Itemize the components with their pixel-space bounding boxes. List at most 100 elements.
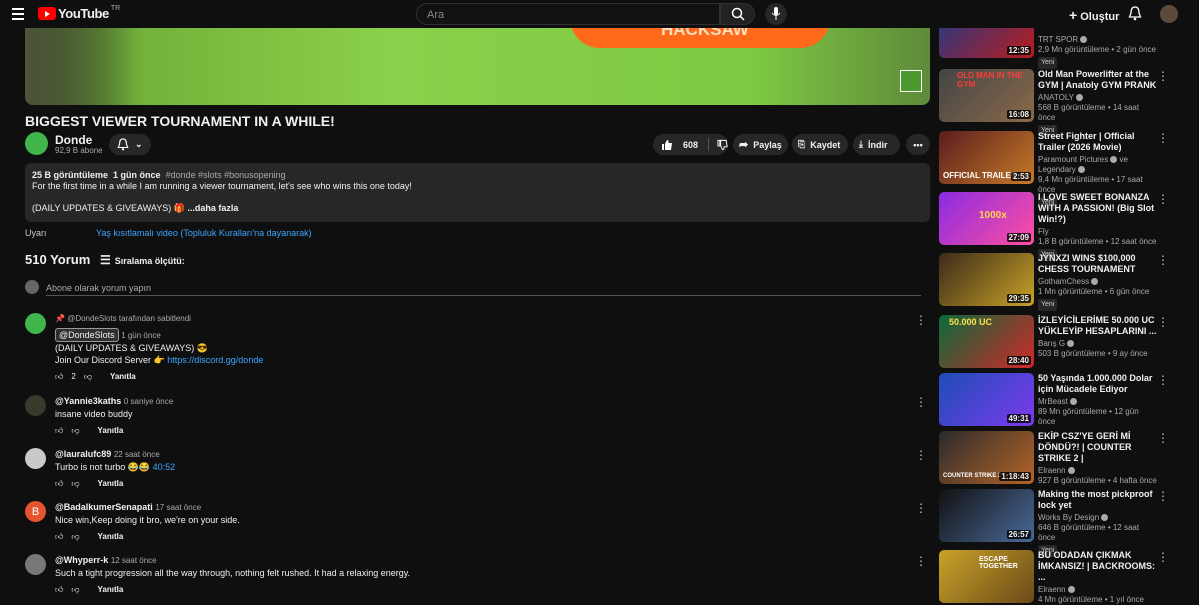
like-comment-icon[interactable]: 👍︎	[55, 478, 63, 490]
sort-button[interactable]: ☰ Sıralama ölçütü:	[100, 253, 185, 267]
add-comment-input[interactable]: Abone olarak yorum yapın	[46, 283, 151, 293]
rec-menu-icon[interactable]: ⋮	[1157, 489, 1169, 503]
comment-time[interactable]: 17 saat önce	[155, 503, 201, 512]
rec-menu-icon[interactable]: ⋮	[1157, 315, 1169, 329]
video-thumbnail[interactable]: OLD MAN IN THE GYM 16:08	[939, 69, 1034, 122]
reply-button[interactable]: Yanıtla	[98, 478, 124, 490]
account-avatar[interactable]	[1160, 5, 1178, 23]
rec-title[interactable]: 50 Yaşında 1.000.000 Dolar için Mücadele…	[1038, 373, 1158, 395]
dislike-comment-icon[interactable]: 👎︎	[71, 531, 79, 543]
dislike-comment-icon[interactable]: 👎︎	[84, 371, 92, 383]
like-button[interactable]: 608	[661, 139, 698, 151]
description-box[interactable]: 25 B görüntüleme 1 gün önce #donde #slot…	[25, 163, 930, 222]
like-comment-icon[interactable]: 👍︎	[55, 531, 63, 543]
channel-name[interactable]: Donde	[55, 133, 92, 147]
rec-menu-icon[interactable]: ⋮	[1157, 373, 1169, 387]
subscribed-bell-button[interactable]: ⌄	[109, 134, 151, 155]
dislike-comment-icon[interactable]: 👎︎	[71, 425, 79, 437]
rec-menu-icon[interactable]: ⋮	[1157, 253, 1169, 267]
rec-channel[interactable]: Paramount Pictures	[1038, 155, 1108, 164]
voice-search-button[interactable]	[765, 3, 787, 25]
rec-meta: 568 B görüntüleme • 14 saat önce	[1038, 103, 1140, 122]
comment-time[interactable]: 12 saat önce	[111, 556, 157, 565]
comment-like-count: 2	[71, 372, 76, 381]
rec-menu-icon[interactable]: ⋮	[1157, 69, 1169, 83]
comment-author[interactable]: @Yannie3kaths	[55, 396, 121, 406]
rec-menu-icon[interactable]: ⋮	[1157, 550, 1169, 564]
video-thumbnail[interactable]: 26:57	[939, 489, 1034, 542]
age-restriction-link[interactable]: Yaş kısıtlamalı video (Topluluk Kurallar…	[96, 228, 312, 238]
rec-title[interactable]: BU ODADAN ÇIKMAK İMKANSIZ! | BACKROOMS: …	[1038, 550, 1158, 583]
video-thumbnail[interactable]: ESCAPE TOGETHER	[939, 550, 1034, 603]
rec-channel[interactable]: MrBeast	[1038, 397, 1068, 406]
comment-time[interactable]: 0 saniye önce	[124, 397, 173, 406]
download-button[interactable]: ⤓ İndir	[853, 134, 900, 155]
menu-icon[interactable]	[12, 8, 24, 20]
comment-author[interactable]: @lauralufc89	[55, 449, 111, 459]
rec-channel[interactable]: Works By Design	[1038, 513, 1099, 522]
rec-channel[interactable]: Elraenn	[1038, 466, 1066, 475]
like-comment-icon[interactable]: 👍︎	[55, 371, 63, 383]
notifications-bell-icon[interactable]	[1128, 6, 1142, 21]
comment-author[interactable]: @DondeSlots	[55, 328, 119, 342]
reply-button[interactable]: Yanıtla	[98, 425, 124, 437]
youtube-logo[interactable]: YouTube TR	[38, 5, 120, 21]
channel-avatar[interactable]	[25, 132, 48, 155]
comment-menu-icon[interactable]: ⋮	[915, 448, 927, 462]
dislike-comment-icon[interactable]: 👎︎	[71, 584, 79, 596]
create-button[interactable]: + Oluştur	[1069, 7, 1119, 23]
more-actions-button[interactable]: •••	[906, 134, 930, 155]
comment-avatar[interactable]	[25, 448, 46, 469]
hashtags[interactable]: #donde #slots #bonusopening	[166, 170, 286, 180]
thumbs-down-icon[interactable]	[717, 139, 728, 151]
video-thumbnail[interactable]: 1000x 27:09	[939, 192, 1034, 245]
rec-menu-icon[interactable]: ⋮	[1157, 431, 1169, 445]
rec-title[interactable]: I LOVE SWEET BONANZA WITH A PASSION! (Bi…	[1038, 192, 1158, 225]
rec-title[interactable]: İZLEYİCİLERİME 50.000 UC YÜKLEYİP HESAPL…	[1038, 315, 1158, 337]
comment-avatar[interactable]: B	[25, 501, 46, 522]
download-label: İndir	[867, 139, 888, 150]
video-thumbnail[interactable]: 50.000 UC 28:40	[939, 315, 1034, 368]
rec-title[interactable]: Street Fighter | Official Trailer (2026 …	[1038, 131, 1158, 153]
discord-link[interactable]: https://discord.gg/donde	[167, 355, 263, 365]
rec-menu-icon[interactable]: ⋮	[1157, 131, 1169, 145]
like-comment-icon[interactable]: 👍︎	[55, 425, 63, 437]
video-thumbnail[interactable]: COUNTER STRIKE 2 1:18:43	[939, 431, 1034, 484]
show-more-link[interactable]: ...daha fazla	[187, 203, 238, 213]
rec-menu-icon[interactable]: ⋮	[1157, 192, 1169, 206]
rec-title[interactable]: Making the most pickproof lock yet	[1038, 489, 1158, 511]
comment-time[interactable]: 22 saat önce	[114, 450, 160, 459]
dislike-comment-icon[interactable]: 👎︎	[71, 478, 79, 490]
comment-text: insane video buddy	[55, 409, 133, 419]
video-thumbnail[interactable]: 49:31	[939, 373, 1034, 426]
rec-channel[interactable]: Fly	[1038, 227, 1158, 237]
rec-meta: 1,8 B görüntüleme • 12 saat önce	[1038, 237, 1157, 246]
video-thumbnail[interactable]: 29:35	[939, 253, 1034, 306]
video-thumbnail[interactable]: OFFICIAL TRAILER 2:53	[939, 131, 1034, 184]
save-button[interactable]: ⎘ Kaydet	[792, 134, 848, 155]
share-button[interactable]: ➦ Paylaş	[733, 134, 788, 155]
rec-title[interactable]: EKİP CSZ'YE GERİ Mİ DÖNDÜ?! | COUNTER ST…	[1038, 431, 1158, 464]
reply-button[interactable]: Yanıtla	[110, 371, 136, 383]
comment-avatar[interactable]	[25, 313, 46, 334]
like-comment-icon[interactable]: 👍︎	[55, 584, 63, 596]
search-input[interactable]: Ara	[416, 3, 720, 25]
reply-button[interactable]: Yanıtla	[98, 531, 124, 543]
rec-channel[interactable]: Barış G	[1038, 339, 1065, 348]
comment-menu-icon[interactable]: ⋮	[915, 313, 927, 327]
comment-author[interactable]: @Whyperr-k	[55, 555, 108, 565]
timestamp-link[interactable]: 40:52	[153, 462, 176, 472]
rec-title[interactable]: Old Man Powerlifter at the GYM | Anatoly…	[1038, 69, 1158, 91]
comment-avatar[interactable]	[25, 395, 46, 416]
comment-menu-icon[interactable]: ⋮	[915, 395, 927, 409]
rec-channel[interactable]: GothamChess	[1038, 277, 1089, 286]
comment-author[interactable]: @BadalkumerSenapati	[55, 502, 153, 512]
comment-menu-icon[interactable]: ⋮	[915, 501, 927, 515]
comment-avatar[interactable]	[25, 554, 46, 575]
comment-time[interactable]: 1 gün önce	[121, 331, 161, 340]
comment-menu-icon[interactable]: ⋮	[915, 554, 927, 568]
rec-title[interactable]: JYNXZI WINS $100,000 CHESS TOURNAMENT	[1038, 253, 1158, 275]
rec-channel[interactable]: ANATOLY	[1038, 93, 1074, 102]
search-button[interactable]	[720, 3, 755, 25]
reply-button[interactable]: Yanıtla	[98, 584, 124, 596]
